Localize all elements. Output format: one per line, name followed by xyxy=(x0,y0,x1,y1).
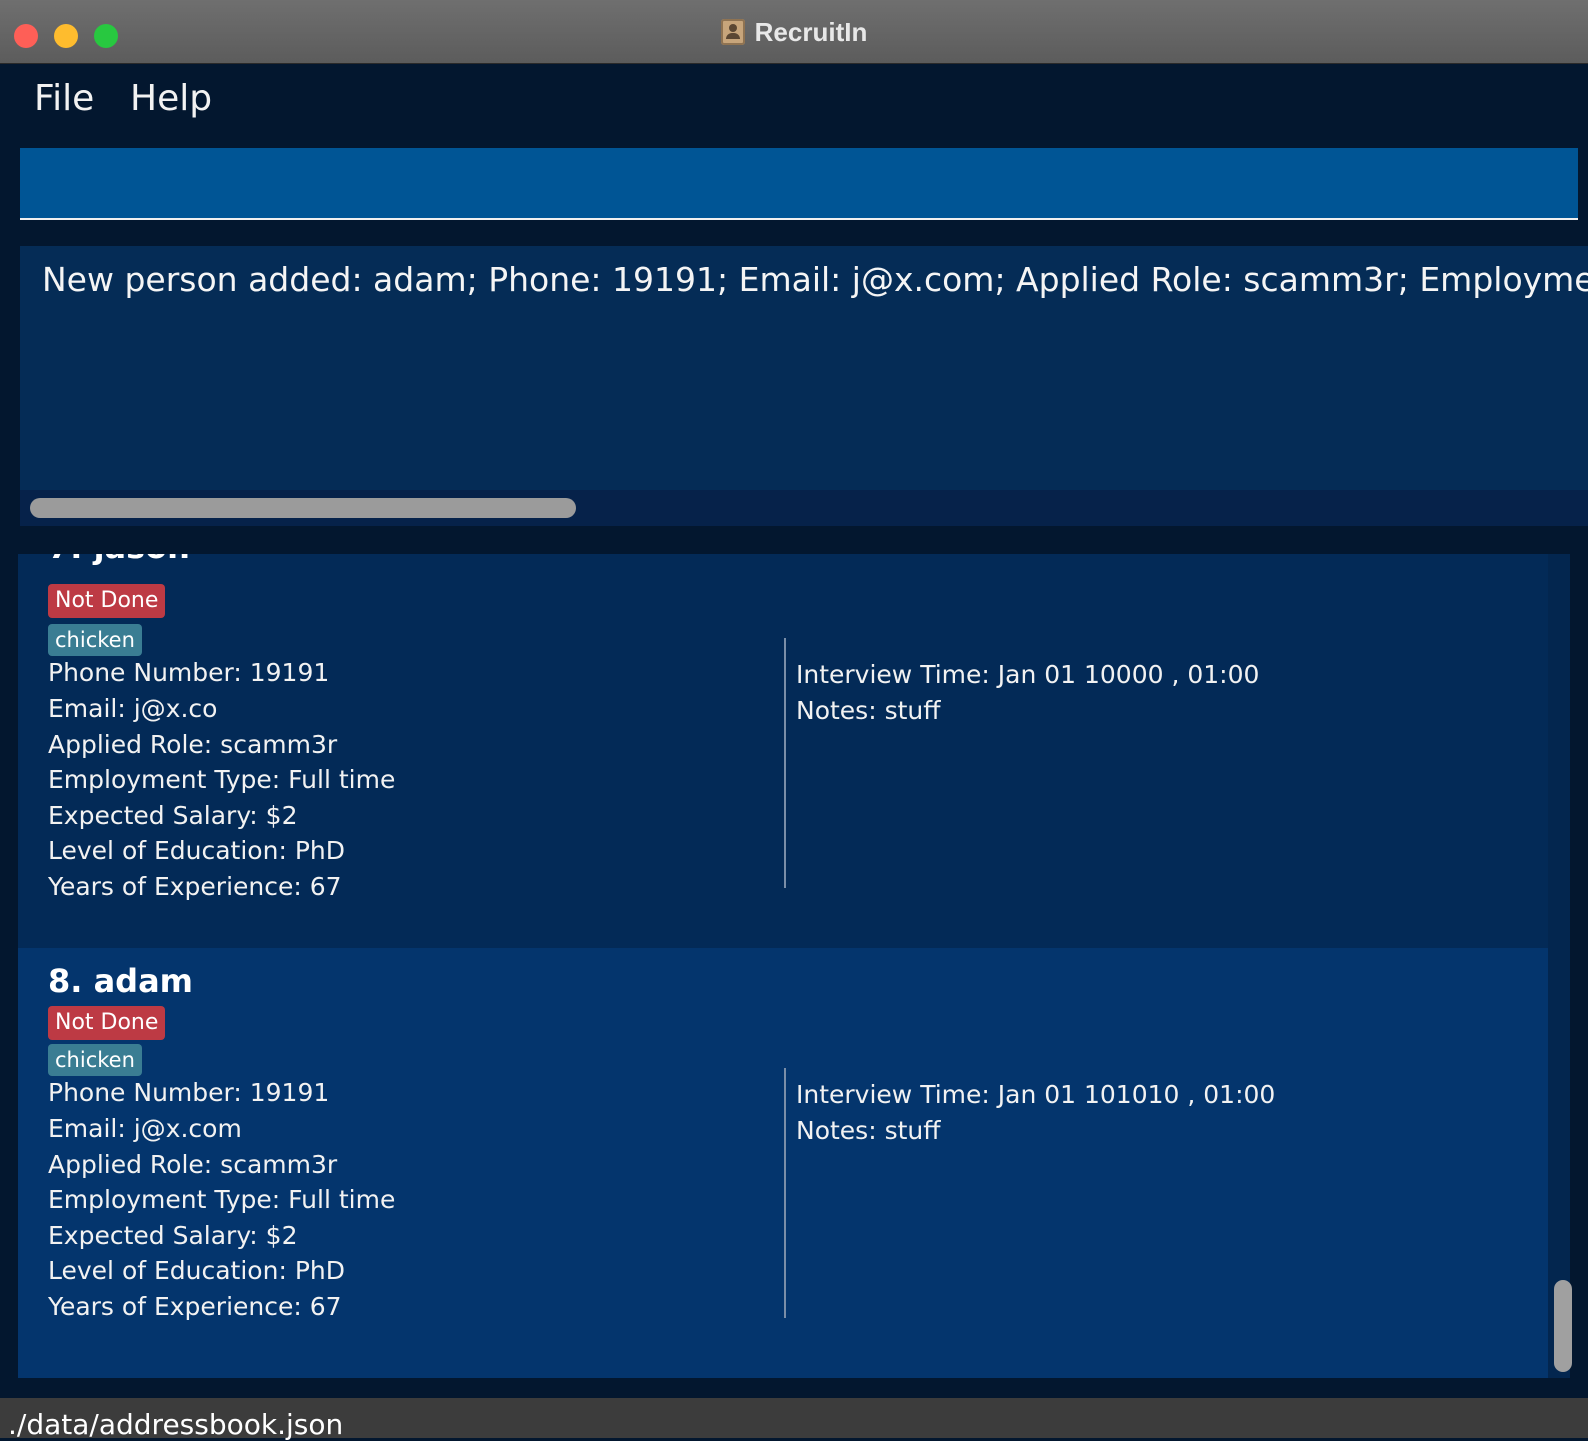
column-divider xyxy=(784,638,786,888)
person-name: 7. jason xyxy=(48,554,190,566)
result-scrollbar-thumb[interactable] xyxy=(30,498,576,518)
person-card[interactable]: 8. adam Not Done chicken Phone Number: 1… xyxy=(18,948,1548,1378)
window-title: RecruitIn xyxy=(754,16,868,47)
email-field: Email: j@x.co xyxy=(48,694,218,723)
education-field: Level of Education: PhD xyxy=(48,836,345,865)
command-input[interactable] xyxy=(20,148,1578,220)
employment-field: Employment Type: Full time xyxy=(48,1185,396,1214)
list-scrollbar-thumb[interactable] xyxy=(1554,1280,1572,1372)
notes-field: Notes: stuff xyxy=(796,1116,941,1145)
status-bar: ./data/addressbook.json xyxy=(0,1398,1588,1441)
result-message: New person added: adam; Phone: 19191; Em… xyxy=(42,260,1588,299)
interview-time-field: Interview Time: Jan 01 10000 , 01:00 xyxy=(796,660,1260,689)
menu-bar: File Help xyxy=(0,64,1588,140)
column-divider xyxy=(784,1068,786,1318)
role-field: Applied Role: scamm3r xyxy=(48,730,338,759)
phone-field: Phone Number: 19191 xyxy=(48,658,330,687)
interview-time-field: Interview Time: Jan 01 101010 , 01:00 xyxy=(796,1080,1276,1109)
menu-help[interactable]: Help xyxy=(130,78,212,119)
employment-field: Employment Type: Full time xyxy=(48,765,396,794)
phone-field: Phone Number: 19191 xyxy=(48,1078,330,1107)
salary-field: Expected Salary: $2 xyxy=(48,1221,298,1250)
email-field: Email: j@x.com xyxy=(48,1114,242,1143)
status-badge: Not Done xyxy=(48,584,166,618)
title-group: RecruitIn xyxy=(0,14,1588,50)
app-icon xyxy=(720,19,745,45)
menu-file[interactable]: File xyxy=(34,78,94,119)
notes-field: Notes: stuff xyxy=(796,696,941,725)
person-card[interactable]: 7. jason Not Done chicken Phone Number: … xyxy=(18,554,1548,948)
person-name: 8. adam xyxy=(48,962,193,1000)
education-field: Level of Education: PhD xyxy=(48,1256,345,1285)
result-display: New person added: adam; Phone: 19191; Em… xyxy=(20,246,1588,526)
status-badge: Not Done xyxy=(48,1006,166,1040)
experience-field: Years of Experience: 67 xyxy=(48,872,342,901)
save-location-path: ./data/addressbook.json xyxy=(8,1408,344,1441)
title-bar: RecruitIn xyxy=(0,0,1588,64)
person-list[interactable]: 7. jason Not Done chicken Phone Number: … xyxy=(18,554,1570,1378)
role-field: Applied Role: scamm3r xyxy=(48,1150,338,1179)
tag-badge: chicken xyxy=(48,1044,142,1076)
salary-field: Expected Salary: $2 xyxy=(48,801,298,830)
experience-field: Years of Experience: 67 xyxy=(48,1292,342,1321)
tag-badge: chicken xyxy=(48,624,142,656)
